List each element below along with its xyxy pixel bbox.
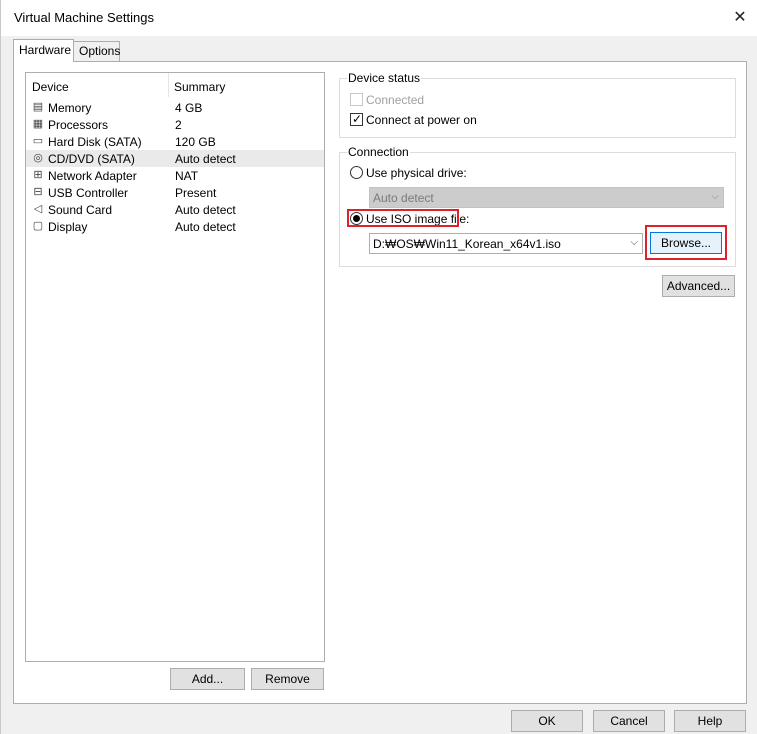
device-row-display[interactable]: ▢ Display Auto detect [26,218,324,235]
physical-drive-value: Auto detect [373,191,434,205]
iso-image-path-value: D:₩OS₩Win11_Korean_x64v1.iso [373,237,561,251]
virtual-machine-settings-dialog: Virtual Machine Settings ✕ Hardware Opti… [0,0,757,734]
connect-at-power-on-label: Connect at power on [366,113,477,127]
column-header-device[interactable]: Device [32,80,69,94]
tab-options[interactable]: Options [73,41,120,62]
connected-label: Connected [366,93,425,107]
title-bar: Virtual Machine Settings ✕ [1,0,757,36]
iso-image-path-combobox[interactable]: D:₩OS₩Win11_Korean_x64v1.iso ⌵ [369,233,643,254]
checkmark-icon: ✓ [352,112,363,126]
device-name: Network Adapter [48,169,137,183]
device-summary: Auto detect [175,203,236,217]
cancel-button[interactable]: Cancel [593,710,665,732]
iso-option-highlight [347,209,459,227]
add-button[interactable]: Add... [170,668,245,690]
window-title: Virtual Machine Settings [14,10,154,25]
tab-hardware[interactable]: Hardware [13,39,74,62]
use-physical-drive-label: Use physical drive: [366,166,467,180]
device-row-usb-controller[interactable]: ⊟ USB Controller Present [26,184,324,201]
device-row-hard-disk[interactable]: ▭ Hard Disk (SATA) 120 GB [26,133,324,150]
connected-checkbox[interactable] [350,93,363,106]
device-list-header: Device Summary [26,73,324,97]
device-name: USB Controller [48,186,129,200]
close-icon[interactable]: ✕ [723,2,757,34]
ok-button[interactable]: OK [511,710,583,732]
device-summary: Present [175,186,217,200]
device-status-group: Device status Connected ✓ Connect at pow… [339,71,736,138]
advanced-button[interactable]: Advanced... [662,275,735,297]
device-row-memory[interactable]: ▤ Memory 4 GB [26,99,324,116]
device-row-network-adapter[interactable]: ⊞ Network Adapter NAT [26,167,324,184]
device-name: Display [48,220,88,234]
chevron-down-icon: ⌵ [711,191,719,202]
device-name: Memory [48,101,92,115]
physical-drive-select[interactable]: Auto detect ⌵ [369,187,724,208]
device-summary: 2 [175,118,182,132]
processor-icon: ▦ [32,118,44,130]
device-name: CD/DVD (SATA) [48,152,135,166]
device-row-cd-dvd[interactable]: ◎ CD/DVD (SATA) Auto detect [26,150,324,167]
device-name: Processors [48,118,109,132]
device-list: Device Summary ▤ Memory 4 GB ▦ Processor… [25,72,325,662]
display-icon: ▢ [32,220,44,232]
connect-at-power-on-checkbox[interactable]: ✓ [350,112,363,126]
remove-button[interactable]: Remove [251,668,324,690]
hard-disk-icon: ▭ [32,135,44,147]
device-name: Sound Card [48,203,113,217]
use-physical-drive-radio[interactable] [350,166,363,179]
device-name: Hard Disk (SATA) [48,135,142,149]
usb-controller-icon: ⊟ [33,186,43,198]
sound-card-icon: ◁ [33,203,43,215]
device-summary: 4 GB [175,101,203,115]
column-separator[interactable] [168,73,169,97]
device-row-sound-card[interactable]: ◁ Sound Card Auto detect [26,201,324,218]
device-summary: 120 GB [175,135,216,149]
device-row-processors[interactable]: ▦ Processors 2 [26,116,324,133]
connection-label: Connection [347,145,410,159]
hardware-tab-panel: Device Summary ▤ Memory 4 GB ▦ Processor… [13,61,747,704]
browse-highlight [645,225,727,260]
network-adapter-icon: ⊞ [33,169,43,181]
device-summary: Auto detect [175,220,236,234]
cd-dvd-icon: ◎ [33,152,43,164]
column-header-summary[interactable]: Summary [174,80,225,94]
device-summary: NAT [175,169,199,183]
help-button[interactable]: Help [674,710,746,732]
memory-icon: ▤ [32,101,44,113]
device-status-label: Device status [347,71,422,85]
chevron-down-icon: ⌵ [630,237,638,248]
device-summary: Auto detect [175,152,236,166]
